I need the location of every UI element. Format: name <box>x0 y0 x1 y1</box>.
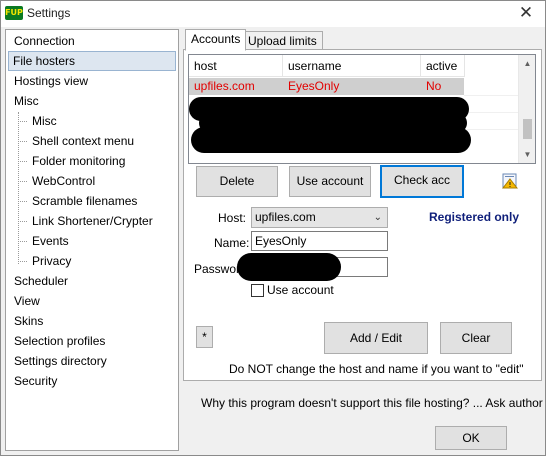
host-select-value: upfiles.com <box>255 210 316 224</box>
host-select[interactable]: upfiles.com ⌄ <box>251 207 388 228</box>
nav-item-misc[interactable]: Misc <box>10 92 43 110</box>
window-title: Settings <box>27 6 71 20</box>
nav-item-link-shortener[interactable]: Link Shortener/Crypter <box>28 212 157 230</box>
nav-item-settings-directory[interactable]: Settings directory <box>10 352 111 370</box>
settings-window: FUP Settings ✕ Connection File hosters H… <box>0 0 546 456</box>
nav-item-selection-profiles[interactable]: Selection profiles <box>10 332 109 350</box>
use-account-checkbox-label[interactable]: Use account <box>267 283 334 297</box>
nav-item-skins[interactable]: Skins <box>10 312 47 330</box>
accounts-panel: host username active upfiles.com EyesOnl… <box>183 49 542 381</box>
nav-item-webcontrol[interactable]: WebControl <box>28 172 99 190</box>
chevron-down-icon: ⌄ <box>373 212 382 223</box>
column-header-username[interactable]: username <box>283 55 421 77</box>
unsupported-host-link[interactable]: Why this program doesn't support this fi… <box>201 396 546 410</box>
tab-accounts[interactable]: Accounts <box>185 29 247 51</box>
nav-item-shell-context-menu[interactable]: Shell context menu <box>28 132 138 150</box>
use-account-checkbox[interactable] <box>251 284 264 297</box>
warning-clipboard-icon[interactable] <box>502 173 518 189</box>
name-label: Name: <box>214 236 250 250</box>
file-hosters-page: Accounts Upload limits host username act… <box>183 29 543 381</box>
column-header-host[interactable]: host <box>189 55 283 77</box>
star-button[interactable]: * <box>196 326 213 348</box>
ok-button[interactable]: OK <box>435 426 507 450</box>
nav-item-scramble-filenames[interactable]: Scramble filenames <box>28 192 141 210</box>
column-header-active[interactable]: active <box>421 55 465 77</box>
nav-item-scheduler[interactable]: Scheduler <box>10 272 72 290</box>
title-bar: FUP Settings ✕ <box>1 1 545 27</box>
nav-item-events[interactable]: Events <box>28 232 73 250</box>
nav-item-connection[interactable]: Connection <box>10 32 79 50</box>
nav-item-folder-monitoring[interactable]: Folder monitoring <box>28 152 129 170</box>
nav-item-file-hosters[interactable]: File hosters <box>8 51 176 71</box>
nav-item-hostings-view[interactable]: Hostings view <box>10 72 92 90</box>
settings-nav-tree: Connection File hosters Hostings view Mi… <box>5 29 179 451</box>
app-icon: FUP <box>5 6 23 20</box>
edit-hint-text: Do NOT change the host and name if you w… <box>229 362 524 376</box>
clear-button[interactable]: Clear <box>440 322 512 354</box>
accounts-list[interactable]: host username active upfiles.com EyesOnl… <box>188 54 536 164</box>
close-icon[interactable]: ✕ <box>515 3 537 23</box>
add-edit-button[interactable]: Add / Edit <box>324 322 428 354</box>
redaction-mark <box>191 127 471 153</box>
scroll-up-icon[interactable]: ▲ <box>519 55 535 72</box>
host-label: Host: <box>218 211 247 225</box>
nav-item-security[interactable]: Security <box>10 372 61 390</box>
scrollbar-thumb[interactable] <box>523 119 532 139</box>
use-account-button[interactable]: Use account <box>289 166 371 197</box>
cell-host: upfiles.com <box>194 79 255 93</box>
cell-username: EyesOnly <box>288 79 340 93</box>
nav-item-privacy[interactable]: Privacy <box>28 252 75 270</box>
delete-button[interactable]: Delete <box>196 166 278 197</box>
check-acc-button[interactable]: Check acc <box>380 165 464 198</box>
cell-active: No <box>426 79 442 93</box>
scroll-down-icon[interactable]: ▼ <box>519 146 535 163</box>
registered-only-label: Registered only <box>429 210 520 224</box>
name-field[interactable]: EyesOnly <box>251 231 388 251</box>
redaction-mark <box>237 253 341 281</box>
nav-item-misc-sub[interactable]: Misc <box>28 112 61 130</box>
nav-item-view[interactable]: View <box>10 292 44 310</box>
list-scrollbar[interactable]: ▲ ▼ <box>518 55 535 163</box>
